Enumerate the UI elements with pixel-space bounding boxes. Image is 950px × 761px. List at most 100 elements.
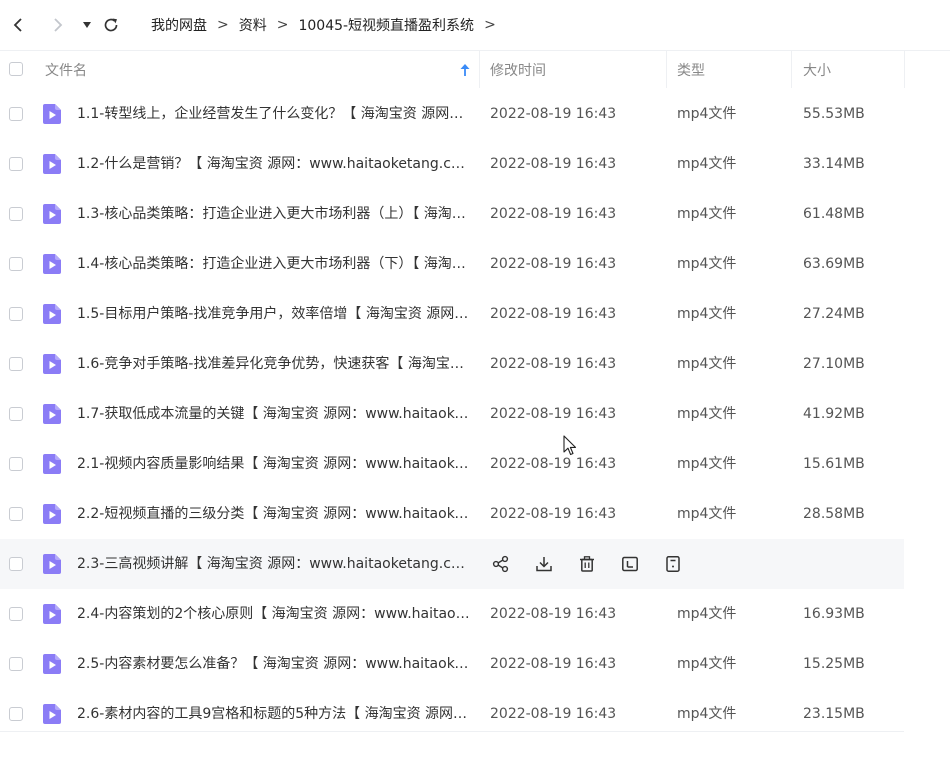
- breadcrumb-item-root[interactable]: 我的网盘: [151, 15, 207, 35]
- file-name[interactable]: 1.5-目标用户策略-找准竞争用户，效率倍增【 海淘宝资 源网：www.hait…: [77, 289, 472, 339]
- file-name[interactable]: 1.6-竞争对手策略-找准差异化竞争优势，快速获客【 海淘宝资 源网：www.h…: [77, 339, 472, 389]
- select-all-checkbox[interactable]: [9, 62, 23, 76]
- video-file-icon: [43, 454, 61, 474]
- file-type: mp4文件: [677, 206, 737, 222]
- row-checkbox[interactable]: [9, 407, 23, 421]
- modified-time: 2022-08-19 16:43: [490, 306, 617, 322]
- file-row[interactable]: 2.4-内容策划的2个核心原则【 海淘宝资 源网：www.haitaoketan…: [0, 589, 904, 639]
- file-row[interactable]: 1.1-转型线上，企业经营发生了什么变化？【 海淘宝资 源网：www.haita…: [0, 89, 904, 139]
- file-row[interactable]: 2.5-内容素材要怎么准备？【 海淘宝资 源网：www.haitaoketang…: [0, 639, 904, 689]
- arrow-up-icon: [460, 63, 470, 76]
- video-file-icon: [43, 204, 61, 224]
- file-type: mp4文件: [677, 656, 737, 672]
- file-name[interactable]: 1.4-核心品类策略：打造企业进入更大市场利器（下）【 海淘宝资 源网：www.…: [77, 239, 472, 289]
- rename-icon: [622, 556, 638, 572]
- breadcrumb-item-current[interactable]: 10045-短视频直播盈利系统: [298, 15, 474, 35]
- file-size: 16.93MB: [803, 606, 865, 622]
- column-header-type[interactable]: 类型: [677, 51, 705, 88]
- file-size: 27.24MB: [803, 306, 865, 322]
- mouse-cursor-icon: [563, 435, 577, 456]
- video-file-icon: [43, 154, 61, 174]
- modified-time: 2022-08-19 16:43: [490, 156, 617, 172]
- file-row[interactable]: 1.6-竞争对手策略-找准差异化竞争优势，快速获客【 海淘宝资 源网：www.h…: [0, 339, 904, 389]
- row-checkbox[interactable]: [9, 157, 23, 171]
- file-row[interactable]: 2.1-视频内容质量影响结果【 海淘宝资 源网：www.haitaoketang…: [0, 439, 904, 489]
- column-divider[interactable]: [791, 51, 792, 88]
- sort-ascending-button[interactable]: [459, 51, 471, 88]
- row-checkbox[interactable]: [9, 707, 23, 721]
- breadcrumb-separator: >: [276, 17, 289, 33]
- row-checkbox[interactable]: [9, 557, 23, 571]
- row-checkbox[interactable]: [9, 607, 23, 621]
- file-name[interactable]: 2.4-内容策划的2个核心原则【 海淘宝资 源网：www.haitaoketan…: [77, 589, 472, 639]
- breadcrumb: 我的网盘 > 资料 > 10045-短视频直播盈利系统 >: [151, 15, 506, 35]
- column-header-size[interactable]: 大小: [803, 51, 831, 88]
- file-type: mp4文件: [677, 356, 737, 372]
- top-navigation-bar: 我的网盘 > 资料 > 10045-短视频直播盈利系统 >: [0, 0, 950, 50]
- file-name[interactable]: 2.1-视频内容质量影响结果【 海淘宝资 源网：www.haitaoketang…: [77, 439, 472, 489]
- file-name[interactable]: 1.3-核心品类策略：打造企业进入更大市场利器（上）【 海淘宝资 源网：www.…: [77, 189, 472, 239]
- row-checkbox[interactable]: [9, 107, 23, 121]
- file-name[interactable]: 2.2-短视频直播的三级分类【 海淘宝资 源网：www.haitaoketang…: [77, 489, 472, 539]
- file-row[interactable]: 1.2-什么是营销？【 海淘宝资 源网：www.haitaoketang.com…: [0, 139, 904, 189]
- chevron-right-icon: [54, 18, 63, 32]
- modified-time: 2022-08-19 16:43: [490, 106, 617, 122]
- modified-time: 2022-08-19 16:43: [490, 356, 617, 372]
- more-icon: [666, 556, 680, 572]
- modified-time: 2022-08-19 16:43: [490, 406, 617, 422]
- row-checkbox[interactable]: [9, 507, 23, 521]
- share-button[interactable]: [490, 553, 512, 575]
- video-file-icon: [43, 654, 61, 674]
- refresh-button[interactable]: [100, 13, 122, 37]
- column-header-name[interactable]: 文件名: [45, 51, 87, 88]
- modified-time: 2022-08-19 16:43: [490, 456, 617, 472]
- file-type: mp4文件: [677, 406, 737, 422]
- file-type: mp4文件: [677, 106, 737, 122]
- file-size: 28.58MB: [803, 506, 865, 522]
- file-type: mp4文件: [677, 156, 737, 172]
- file-name[interactable]: 1.1-转型线上，企业经营发生了什么变化？【 海淘宝资 源网：www.haita…: [77, 89, 472, 139]
- history-dropdown-button[interactable]: [76, 13, 98, 37]
- file-type: mp4文件: [677, 456, 737, 472]
- file-name[interactable]: 2.5-内容素材要怎么准备？【 海淘宝资 源网：www.haitaoketang…: [77, 639, 472, 689]
- row-checkbox[interactable]: [9, 357, 23, 371]
- row-checkbox[interactable]: [9, 207, 23, 221]
- more-button[interactable]: [662, 553, 684, 575]
- column-divider[interactable]: [479, 51, 480, 88]
- row-checkbox[interactable]: [9, 257, 23, 271]
- video-file-icon: [43, 604, 61, 624]
- file-type: mp4文件: [677, 306, 737, 322]
- file-row[interactable]: 2.2-短视频直播的三级分类【 海淘宝资 源网：www.haitaoketang…: [0, 489, 904, 539]
- video-file-icon: [43, 704, 61, 724]
- column-header-modified[interactable]: 修改时间: [490, 51, 546, 88]
- back-button[interactable]: [7, 13, 29, 37]
- forward-button[interactable]: [47, 13, 69, 37]
- column-divider[interactable]: [904, 51, 905, 88]
- rename-button[interactable]: [619, 553, 641, 575]
- file-name[interactable]: 1.2-什么是营销？【 海淘宝资 源网：www.haitaoketang.com…: [77, 139, 472, 189]
- file-row[interactable]: 2.3-三高视频讲解【 海淘宝资 源网：www.haitaoketang.com…: [0, 539, 904, 589]
- modified-time: 2022-08-19 16:43: [490, 506, 617, 522]
- row-checkbox[interactable]: [9, 307, 23, 321]
- video-file-icon: [43, 354, 61, 374]
- row-checkbox[interactable]: [9, 657, 23, 671]
- file-row[interactable]: 1.5-目标用户策略-找准竞争用户，效率倍增【 海淘宝资 源网：www.hait…: [0, 289, 904, 339]
- file-row[interactable]: 1.3-核心品类策略：打造企业进入更大市场利器（上）【 海淘宝资 源网：www.…: [0, 189, 904, 239]
- file-size: 27.10MB: [803, 356, 865, 372]
- video-file-icon: [43, 504, 61, 524]
- breadcrumb-item-folder[interactable]: 资料: [239, 15, 267, 35]
- list-bottom-divider: [0, 731, 904, 732]
- file-size: 61.48MB: [803, 206, 865, 222]
- file-name[interactable]: 2.3-三高视频讲解【 海淘宝资 源网：www.haitaoketang.com…: [77, 539, 472, 589]
- delete-button[interactable]: [576, 553, 598, 575]
- row-checkbox[interactable]: [9, 457, 23, 471]
- caret-down-icon: [83, 22, 91, 28]
- modified-time: 2022-08-19 16:43: [490, 206, 617, 222]
- file-name[interactable]: 1.7-获取低成本流量的关键【 海淘宝资 源网：www.haitaoketang…: [77, 389, 472, 439]
- column-divider[interactable]: [666, 51, 667, 88]
- video-file-icon: [43, 304, 61, 324]
- delete-icon: [580, 556, 594, 572]
- download-button[interactable]: [533, 553, 555, 575]
- file-row[interactable]: 1.4-核心品类策略：打造企业进入更大市场利器（下）【 海淘宝资 源网：www.…: [0, 239, 904, 289]
- file-row[interactable]: 1.7-获取低成本流量的关键【 海淘宝资 源网：www.haitaoketang…: [0, 389, 904, 439]
